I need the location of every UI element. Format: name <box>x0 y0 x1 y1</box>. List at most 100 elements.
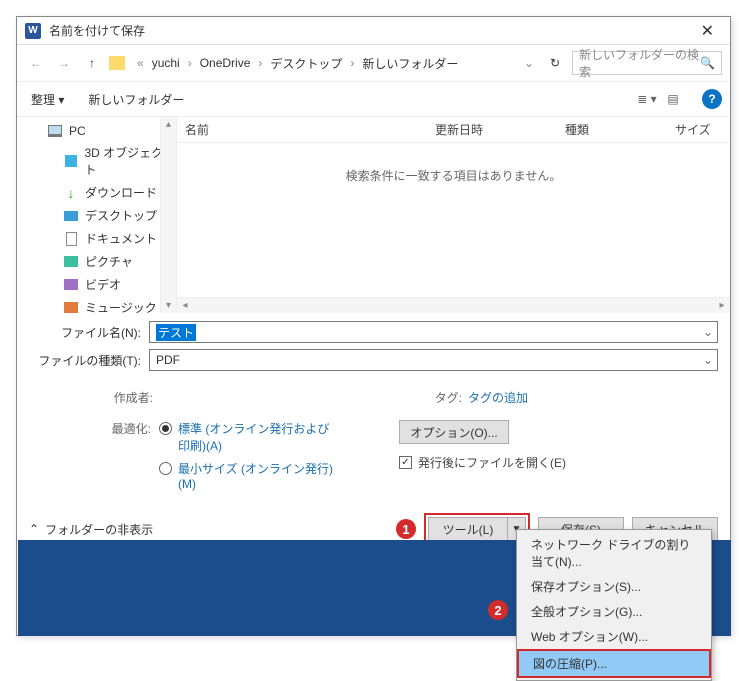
filename-label: ファイル名(N): <box>29 324 149 341</box>
organize-menu[interactable]: 整理 ▾ <box>25 89 70 110</box>
sidebar-item-3d[interactable]: 3D オブジェクト <box>17 141 176 181</box>
optimize-block: 最適化: 標準 (オンライン発行および印刷)(A) 最小サイズ (オンライン発行… <box>17 410 730 501</box>
scroll-left-icon[interactable]: ◂ <box>177 300 193 311</box>
crumb-sep-icon: « <box>135 56 146 70</box>
sidebar-item-pc[interactable]: PC <box>17 121 176 141</box>
col-size[interactable]: サイズ <box>675 121 722 138</box>
author-label: 作成者: <box>29 389 159 406</box>
music-icon <box>64 302 78 313</box>
crumb-dropdown-icon[interactable]: ⌄ <box>524 56 534 70</box>
crumb-desktop[interactable]: デスクトップ <box>266 53 346 74</box>
file-listview: 名前 更新日時 種類 サイズ 検索条件に一致する項目はありません。 ◂ ▸ <box>177 117 730 313</box>
sidebar-item-label: ピクチャ <box>85 253 133 270</box>
sidebar-item-label: ビデオ <box>85 276 121 293</box>
scroll-up-icon[interactable]: ▴ <box>166 117 171 132</box>
filetype-value: PDF <box>156 353 180 367</box>
view-buttons: ≣ ▾ ▤ <box>636 89 684 109</box>
download-icon: ↓ <box>63 186 79 200</box>
h-scrollbar[interactable]: ◂ ▸ <box>177 297 730 313</box>
list-header: 名前 更新日時 種類 サイズ <box>177 117 730 143</box>
sidebar-item-label: デスクトップ <box>85 207 157 224</box>
dd-general-options[interactable]: 全般オプション(G)... <box>517 599 711 624</box>
up-button[interactable]: ↑ <box>81 52 103 74</box>
dd-network-drive[interactable]: ネットワーク ドライブの割り当て(N)... <box>517 532 711 574</box>
open-after-label: 発行後にファイルを開く(E) <box>418 454 566 471</box>
callout-2: 2 <box>488 600 508 620</box>
help-icon[interactable]: ? <box>702 89 722 109</box>
sidebar-item-label: ドキュメント <box>85 230 157 247</box>
close-button[interactable]: ✕ <box>693 21 722 41</box>
sidebar-item-desktop[interactable]: デスクトップ <box>17 204 176 227</box>
search-placeholder: 新しいフォルダーの検索 <box>579 46 700 80</box>
document-icon <box>66 232 77 246</box>
pictures-icon <box>64 256 78 267</box>
nav-sidebar: PC 3D オブジェクト ↓ダウンロード デスクトップ ドキュメント ピクチャ … <box>17 117 177 313</box>
titlebar: W 名前を付けて保存 ✕ <box>17 17 730 45</box>
form-area: ファイル名(N): テスト ⌄ ファイルの種類(T): PDF ⌄ <box>17 313 730 385</box>
hide-folders-toggle[interactable]: ⌃ フォルダーの非表示 <box>29 521 153 538</box>
hide-folders-label: フォルダーの非表示 <box>45 521 153 538</box>
dd-compress-pictures[interactable]: 図の圧縮(P)... <box>519 651 709 676</box>
video-icon <box>64 279 78 290</box>
sidebar-scrollbar[interactable]: ▴ ▾ <box>160 117 176 313</box>
chevron-down-icon[interactable]: ⌄ <box>703 353 713 367</box>
sidebar-item-label: ダウンロード <box>85 184 157 201</box>
col-name[interactable]: 名前 <box>185 121 435 138</box>
3d-icon <box>65 155 77 167</box>
filetype-label: ファイルの種類(T): <box>29 352 149 369</box>
open-after-checkbox[interactable]: ✓ <box>399 456 412 469</box>
sidebar-item-label: PC <box>69 124 86 138</box>
sidebar-item-downloads[interactable]: ↓ ダウンロード <box>17 181 176 204</box>
chevron-up-icon: ⌃ <box>29 522 39 536</box>
radio-standard[interactable] <box>159 422 172 435</box>
folder-icon <box>109 56 125 70</box>
view-large-icon[interactable]: ▤ <box>662 89 684 109</box>
chevron-right-icon: › <box>256 56 264 70</box>
radio-minimum-label[interactable]: 最小サイズ (オンライン発行)(M) <box>178 460 338 491</box>
sidebar-item-documents[interactable]: ドキュメント <box>17 227 176 250</box>
chevron-right-icon: › <box>186 56 194 70</box>
sidebar-item-videos[interactable]: ビデオ <box>17 273 176 296</box>
meta-row: 作成者: タグ: タグの追加 <box>17 385 730 410</box>
crumb-yuchi[interactable]: yuchi <box>148 54 184 72</box>
radio-minimum[interactable] <box>159 462 172 475</box>
new-folder-button[interactable]: 新しいフォルダー <box>82 89 190 110</box>
col-type[interactable]: 種類 <box>565 121 675 138</box>
word-app-icon: W <box>25 23 41 39</box>
crumb-onedrive[interactable]: OneDrive <box>196 54 255 72</box>
scroll-right-icon[interactable]: ▸ <box>714 300 730 311</box>
list-empty-message: 検索条件に一致する項目はありません。 <box>177 143 730 297</box>
filename-value: テスト <box>156 324 196 341</box>
sidebar-item-pictures[interactable]: ピクチャ <box>17 250 176 273</box>
forward-button[interactable]: → <box>53 52 75 74</box>
search-input[interactable]: 新しいフォルダーの検索 🔍 <box>572 51 722 75</box>
pc-icon <box>48 125 62 137</box>
dd-save-options[interactable]: 保存オプション(S)... <box>517 574 711 599</box>
search-icon: 🔍 <box>700 56 715 70</box>
sidebar-item-label: 3D オブジェクト <box>84 144 172 178</box>
body-area: PC 3D オブジェクト ↓ダウンロード デスクトップ ドキュメント ピクチャ … <box>17 117 730 313</box>
callout-1: 1 <box>396 519 416 539</box>
navigation-bar: ← → ↑ « yuchi › OneDrive › デスクトップ › 新しいフ… <box>17 45 730 81</box>
col-date[interactable]: 更新日時 <box>435 121 565 138</box>
options-button[interactable]: オプション(O)... <box>399 420 509 444</box>
radio-standard-label[interactable]: 標準 (オンライン発行および印刷)(A) <box>178 420 338 454</box>
scroll-down-icon[interactable]: ▾ <box>166 298 171 313</box>
chevron-down-icon[interactable]: ⌄ <box>703 325 713 339</box>
sidebar-item-label: ミュージック <box>85 299 157 313</box>
crumb-newfolder[interactable]: 新しいフォルダー <box>358 53 462 74</box>
chevron-right-icon: › <box>348 56 356 70</box>
toolbar: 整理 ▾ 新しいフォルダー ≣ ▾ ▤ ? <box>17 81 730 117</box>
dd-compress-highlight: 図の圧縮(P)... <box>517 649 711 678</box>
sidebar-item-music[interactable]: ミュージック <box>17 296 176 313</box>
dd-web-options[interactable]: Web オプション(W)... <box>517 624 711 649</box>
filetype-select[interactable]: PDF ⌄ <box>149 349 718 371</box>
view-details-icon[interactable]: ≣ ▾ <box>636 89 658 109</box>
optimize-label: 最適化: <box>29 420 159 437</box>
back-button[interactable]: ← <box>25 52 47 74</box>
breadcrumb[interactable]: « yuchi › OneDrive › デスクトップ › 新しいフォルダー ⌄ <box>131 53 538 74</box>
tools-button[interactable]: ツール(L) <box>428 517 508 541</box>
add-tag-link[interactable]: タグの追加 <box>468 389 528 406</box>
refresh-button[interactable]: ↻ <box>544 52 566 74</box>
filename-input[interactable]: テスト ⌄ <box>149 321 718 343</box>
